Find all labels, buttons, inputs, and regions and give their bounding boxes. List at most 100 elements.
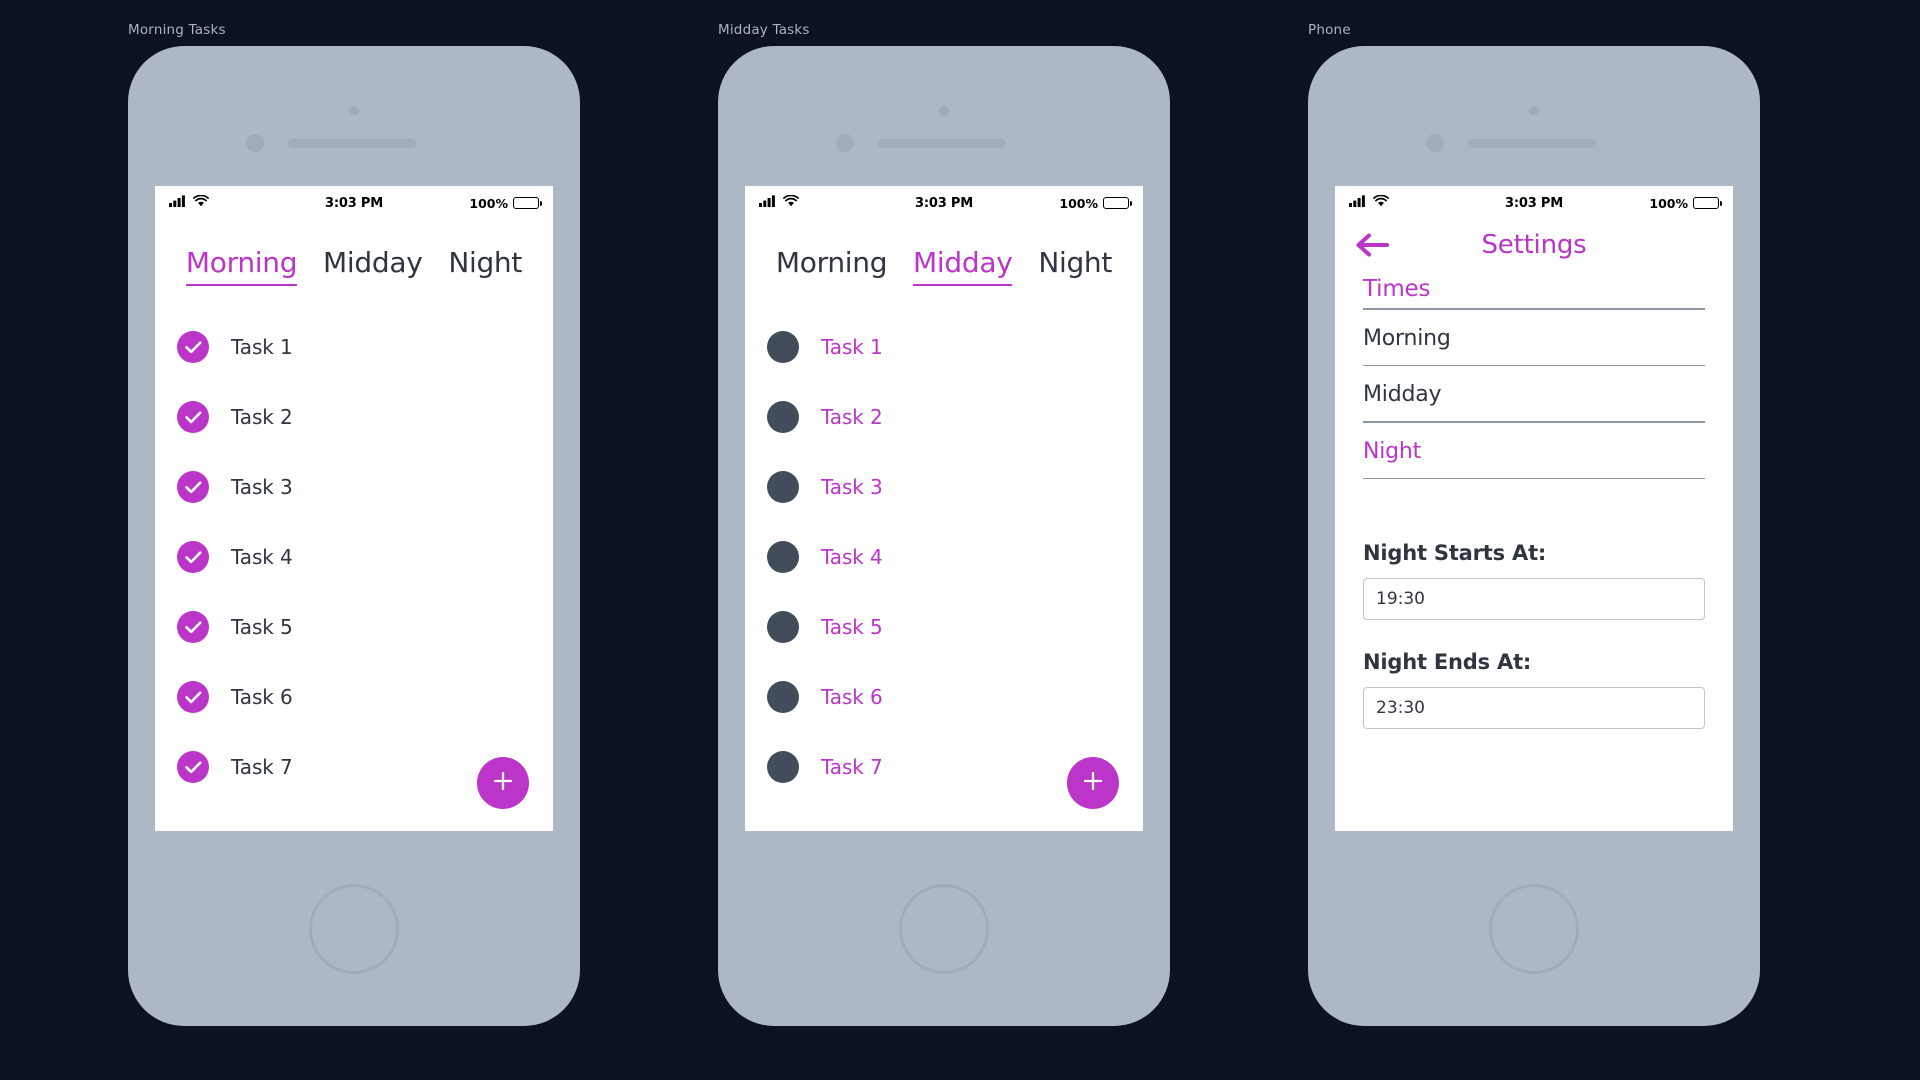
status-bar: 3:03 PM 100% [155,186,553,220]
front-camera-icon [939,106,949,116]
tab-night[interactable]: Night [448,246,522,286]
checkbox-checked-icon[interactable] [177,471,209,503]
night-starts-label: Night Starts At: [1363,541,1547,565]
night-start-field-group: Night Starts At: [1335,541,1733,620]
home-button[interactable] [309,884,399,974]
task-label: Task 5 [231,615,293,639]
checkbox-unchecked-icon[interactable] [767,471,799,503]
task-row[interactable]: Task 1 [155,312,553,382]
tab-night[interactable]: Night [1038,246,1112,286]
checkbox-unchecked-icon[interactable] [767,751,799,783]
phone-frame: 3:03 PM 100% Morning Midday Night Task 1 [718,46,1170,1026]
task-label: Task 5 [821,615,883,639]
tab-bar: Morning Midday Night [155,220,553,286]
phone-screen: 3:03 PM 100% Settings Times Morning Midd… [1335,186,1733,831]
proximity-sensor-icon [836,134,854,152]
earpiece-speaker [1468,139,1596,148]
mockup-stage: Morning Tasks 3:03 PM 100% Morning Midda… [0,0,1920,1080]
tab-midday[interactable]: Midday [323,246,423,286]
task-label: Task 4 [821,545,883,569]
checkbox-checked-icon[interactable] [177,331,209,363]
mockup-caption: Midday Tasks [718,22,810,38]
phone-screen: 3:03 PM 100% Morning Midday Night Task 1 [745,186,1143,831]
task-row[interactable]: Task 3 [745,452,1143,522]
battery-percent-label: 100% [1649,195,1688,211]
checkbox-checked-icon[interactable] [177,401,209,433]
earpiece-speaker [288,139,416,148]
battery-percent-label: 100% [1059,195,1098,211]
task-row[interactable]: Task 5 [155,592,553,662]
task-label: Task 4 [231,545,293,569]
night-ends-input[interactable] [1363,687,1705,729]
plus-icon [490,768,516,798]
task-label: Task 1 [231,335,293,359]
task-label: Task 7 [821,755,883,779]
status-bar: 3:03 PM 100% [1335,186,1733,220]
checkbox-checked-icon[interactable] [177,611,209,643]
phone-screen: 3:03 PM 100% Morning Midday Night Task 1 [155,186,553,831]
front-camera-icon [1529,106,1539,116]
checkbox-checked-icon[interactable] [177,681,209,713]
battery-percent-label: 100% [469,195,508,211]
checkbox-unchecked-icon[interactable] [767,541,799,573]
task-list: Task 1 Task 2 Task 3 Task 4 Task 5 Task … [155,286,553,831]
phone-frame: 3:03 PM 100% Settings Times Morning Midd… [1308,46,1760,1026]
settings-row-morning[interactable]: Morning [1335,310,1733,365]
home-button[interactable] [1489,884,1579,974]
settings-row-midday[interactable]: Midday [1335,366,1733,421]
battery-full-icon [1693,197,1722,209]
tab-morning[interactable]: Morning [776,246,888,286]
task-label: Task 6 [231,685,293,709]
battery-full-icon [1103,197,1132,209]
earpiece-speaker [878,139,1006,148]
back-arrow-icon[interactable] [1355,230,1391,260]
phone-frame: 3:03 PM 100% Morning Midday Night Task 1 [128,46,580,1026]
checkbox-unchecked-icon[interactable] [767,331,799,363]
task-label: Task 2 [231,405,293,429]
night-ends-label: Night Ends At: [1363,650,1532,674]
checkbox-unchecked-icon[interactable] [767,611,799,643]
checkbox-checked-icon[interactable] [177,751,209,783]
tab-morning[interactable]: Morning [185,246,297,286]
task-row[interactable]: Task 4 [155,522,553,592]
task-label: Task 2 [821,405,883,429]
task-row[interactable]: Task 2 [155,382,553,452]
settings-row-night[interactable]: Night [1335,423,1733,478]
task-row[interactable]: Task 6 [745,662,1143,732]
task-label: Task 6 [821,685,883,709]
task-label: Task 3 [821,475,883,499]
proximity-sensor-icon [1426,134,1444,152]
checkbox-checked-icon[interactable] [177,541,209,573]
status-bar-right: 100% [469,195,542,211]
plus-icon [1080,768,1106,798]
tab-midday[interactable]: Midday [913,246,1013,286]
task-label: Task 7 [231,755,293,779]
status-bar-right: 100% [1059,195,1132,211]
task-row[interactable]: Task 4 [745,522,1143,592]
tab-bar: Morning Midday Night [745,220,1143,286]
task-row[interactable]: Task 2 [745,382,1143,452]
section-header-times: Times [1363,276,1431,302]
task-row[interactable]: Task 6 [155,662,553,732]
home-button[interactable] [899,884,989,974]
night-starts-input[interactable] [1363,578,1705,620]
add-task-button[interactable] [477,757,529,809]
add-task-button[interactable] [1067,757,1119,809]
status-bar-right: 100% [1649,195,1722,211]
task-row[interactable]: Task 3 [155,452,553,522]
task-row[interactable]: Task 5 [745,592,1143,662]
navigation-bar: Settings [1335,220,1733,266]
page-title: Settings [1481,230,1587,260]
checkbox-unchecked-icon[interactable] [767,401,799,433]
checkbox-unchecked-icon[interactable] [767,681,799,713]
proximity-sensor-icon [246,134,264,152]
night-end-field-group: Night Ends At: [1335,650,1733,729]
mockup-caption: Phone [1308,22,1351,38]
battery-full-icon [513,197,542,209]
task-row[interactable]: Task 1 [745,312,1143,382]
mockup-caption: Morning Tasks [128,22,226,38]
status-bar: 3:03 PM 100% [745,186,1143,220]
task-label: Task 1 [821,335,883,359]
